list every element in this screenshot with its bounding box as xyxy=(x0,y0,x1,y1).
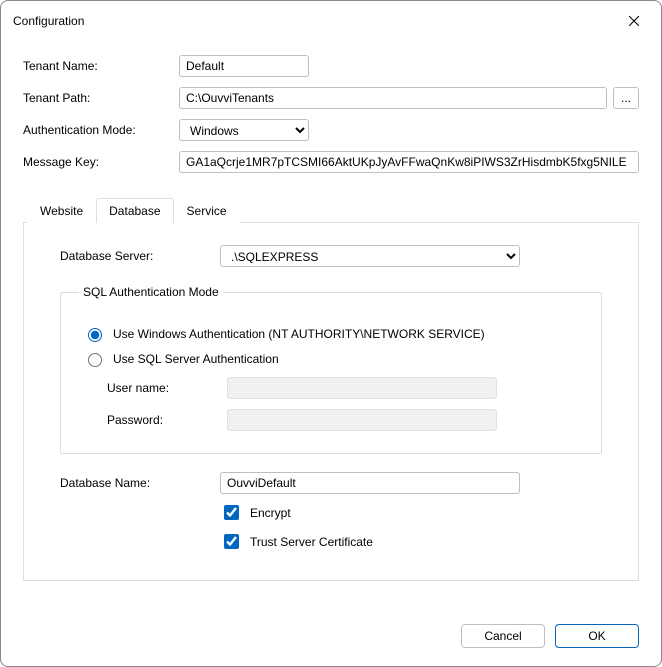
encrypt-row[interactable]: Encrypt xyxy=(220,502,602,523)
tenant-path-input[interactable] xyxy=(179,87,607,109)
trust-cert-row[interactable]: Trust Server Certificate xyxy=(220,531,602,552)
window-title: Configuration xyxy=(13,14,84,28)
radio-sql-auth-label: Use SQL Server Authentication xyxy=(113,352,279,366)
cancel-button[interactable]: Cancel xyxy=(461,624,545,648)
auth-mode-select[interactable]: Windows xyxy=(179,119,309,141)
ok-button[interactable]: OK xyxy=(555,624,639,648)
message-key-label: Message Key: xyxy=(23,155,173,169)
tenant-name-input[interactable] xyxy=(179,55,309,77)
db-name-input[interactable] xyxy=(220,472,520,494)
radio-windows-auth-label: Use Windows Authentication (NT AUTHORITY… xyxy=(113,327,485,341)
db-name-label: Database Name: xyxy=(60,476,220,490)
radio-windows-auth-input[interactable] xyxy=(88,328,102,342)
tabstrip: Website Database Service xyxy=(23,197,639,223)
tab-website[interactable]: Website xyxy=(27,198,96,223)
encrypt-label: Encrypt xyxy=(250,506,291,520)
username-label: User name: xyxy=(107,381,227,395)
tenant-name-label: Tenant Name: xyxy=(23,59,173,73)
db-server-label: Database Server: xyxy=(60,249,220,263)
username-input xyxy=(227,377,497,399)
encrypt-checkbox[interactable] xyxy=(224,505,239,520)
password-row: Password: xyxy=(107,409,583,431)
footer: Cancel OK xyxy=(1,610,661,666)
password-input xyxy=(227,409,497,431)
tenant-path-label: Tenant Path: xyxy=(23,91,173,105)
auth-mode-label: Authentication Mode: xyxy=(23,123,173,137)
radio-sql-auth[interactable]: Use SQL Server Authentication xyxy=(83,350,579,367)
top-form: Tenant Name: Tenant Path: ... Authentica… xyxy=(23,55,639,173)
db-server-row: Database Server: .\SQLEXPRESS xyxy=(60,245,602,267)
trust-cert-label: Trust Server Certificate xyxy=(250,535,373,549)
tabs: Website Database Service Database Server… xyxy=(23,197,639,581)
radio-sql-auth-input[interactable] xyxy=(88,353,102,367)
password-label: Password: xyxy=(107,413,227,427)
config-window: Configuration Tenant Name: Tenant Path: … xyxy=(0,0,662,667)
trust-cert-checkbox[interactable] xyxy=(224,534,239,549)
sql-auth-fieldset: SQL Authentication Mode Use Windows Auth… xyxy=(60,285,602,454)
tab-database[interactable]: Database xyxy=(96,198,173,223)
message-key-input[interactable] xyxy=(179,151,639,173)
content-area: Tenant Name: Tenant Path: ... Authentica… xyxy=(1,41,661,610)
db-server-select[interactable]: .\SQLEXPRESS xyxy=(220,245,520,267)
close-button[interactable] xyxy=(619,9,649,33)
db-name-row: Database Name: xyxy=(60,472,602,494)
tab-database-panel: Database Server: .\SQLEXPRESS SQL Authen… xyxy=(23,223,639,581)
tab-service[interactable]: Service xyxy=(174,198,240,223)
titlebar: Configuration xyxy=(1,1,661,41)
username-row: User name: xyxy=(107,377,583,399)
radio-windows-auth[interactable]: Use Windows Authentication (NT AUTHORITY… xyxy=(83,325,579,342)
browse-button[interactable]: ... xyxy=(613,87,639,109)
close-icon xyxy=(629,16,639,26)
sql-auth-legend: SQL Authentication Mode xyxy=(79,285,223,299)
